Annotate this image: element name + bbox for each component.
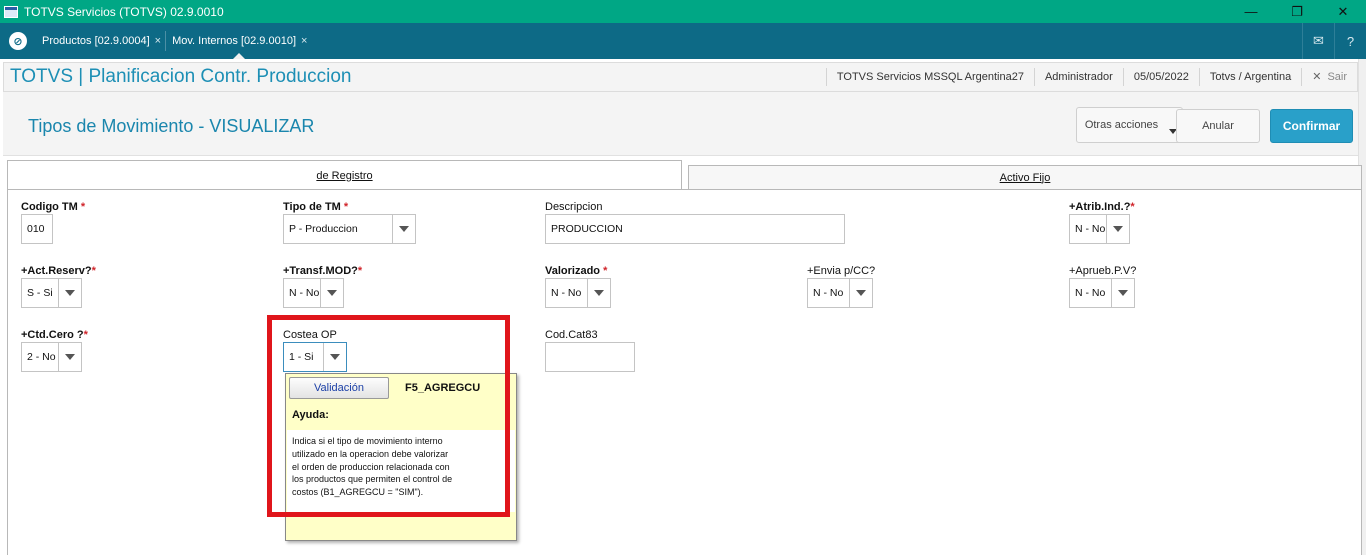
company-label: Totvs / Argentina (1198, 68, 1301, 86)
help-icon[interactable]: ? (1334, 23, 1366, 59)
date-label: 05/05/2022 (1122, 68, 1199, 86)
envia-pcc-select[interactable]: N - No (807, 278, 873, 308)
act-reserv-label: +Act.Reserv?* (21, 265, 96, 277)
anular-button[interactable]: Anular (1176, 109, 1260, 143)
tab-productos[interactable]: Productos [02.9.0004] × (36, 23, 165, 59)
mail-icon[interactable]: ✉ (1302, 23, 1334, 59)
transf-mod-select[interactable]: N - No (283, 278, 344, 308)
chevron-down-icon[interactable] (58, 279, 81, 307)
app-header: TOTVS | Planificacion Contr. Produccion … (3, 62, 1358, 92)
otras-acciones-button[interactable]: Otras acciones (1076, 107, 1183, 143)
aprueb-pv-label: +Aprueb.P.V? (1069, 265, 1137, 277)
program-tabbar: ⊘ Productos [02.9.0004] × Mov. Internos … (0, 23, 1366, 59)
chevron-down-icon[interactable] (1106, 215, 1129, 243)
tab-mov-internos[interactable]: Mov. Internos [02.9.0010] × (166, 23, 311, 59)
valorizado-select[interactable]: N - No (545, 278, 611, 308)
codigo-tm-input[interactable]: 010 (21, 214, 53, 244)
atrib-ind-select[interactable]: N - No (1069, 214, 1130, 244)
tipo-tm-value: P - Produccion (289, 223, 358, 235)
envia-pcc-label: +Envia p/CC? (807, 265, 876, 277)
tab-activo-fijo[interactable]: Activo Fijo (688, 165, 1362, 190)
chevron-down-icon[interactable] (392, 215, 415, 243)
close-window-button[interactable]: ✕ (1320, 0, 1366, 23)
tipo-tm-select[interactable]: P - Produccion (283, 214, 416, 244)
chevron-down-icon[interactable] (1111, 279, 1134, 307)
close-icon: ✕ (1312, 71, 1322, 83)
tab-de-registro[interactable]: de Registro (7, 160, 682, 190)
tab-label: Activo Fijo (999, 171, 1051, 184)
confirmar-button[interactable]: Confirmar (1270, 109, 1353, 143)
transf-mod-label: +Transf.MOD?* (283, 265, 363, 277)
restore-button[interactable]: ❐ (1274, 0, 1320, 23)
totvs-logo-icon[interactable]: ⊘ (0, 23, 36, 59)
environment-label: TOTVS Servicios MSSQL Argentina27 (825, 68, 1034, 86)
cod-cat83-input[interactable] (545, 342, 635, 372)
aprueb-pv-value: N - No (1075, 287, 1106, 299)
tabbar-actions: ✉ ? (1302, 23, 1366, 59)
ctd-cero-select[interactable]: 2 - No (21, 342, 82, 372)
tab-label: Productos [02.9.0004] (42, 35, 150, 47)
close-icon[interactable]: × (155, 35, 161, 47)
atrib-ind-label: +Atrib.Ind.?* (1069, 201, 1135, 213)
header-info: TOTVS Servicios MSSQL Argentina27 Admini… (825, 63, 1357, 91)
transf-mod-value: N - No (289, 287, 320, 299)
valorizado-value: N - No (551, 287, 582, 299)
window-controls: — ❐ ✕ (1228, 0, 1366, 23)
atrib-ind-value: N - No (1075, 223, 1106, 235)
page-heading: Tipos de Movimiento - VISUALIZAR Otras a… (3, 92, 1358, 156)
chevron-down-icon[interactable] (587, 279, 610, 307)
descripcion-input[interactable]: PRODUCCION (545, 214, 845, 244)
act-reserv-select[interactable]: S - Si (21, 278, 82, 308)
exit-label: Sair (1327, 71, 1347, 83)
app-window-icon (4, 5, 18, 18)
highlight-annotation (267, 315, 510, 517)
cod-cat83-label: Cod.Cat83 (545, 329, 598, 341)
ctd-cero-label: +Ctd.Cero ?* (21, 329, 88, 341)
envia-pcc-value: N - No (813, 287, 844, 299)
tab-label: de Registro (316, 169, 373, 182)
chevron-down-icon[interactable] (58, 343, 81, 371)
descripcion-label: Descripcion (545, 201, 603, 213)
app-title: TOTVS | Planificacion Contr. Produccion (10, 66, 352, 87)
act-reserv-value: S - Si (27, 287, 53, 299)
user-label: Administrador (1033, 68, 1123, 86)
window-titlebar: TOTVS Servicios (TOTVS) 02.9.0010 — ❐ ✕ (0, 0, 1366, 23)
chevron-down-icon[interactable] (849, 279, 872, 307)
minimize-button[interactable]: — (1228, 0, 1274, 23)
exit-button[interactable]: ✕ Sair (1301, 68, 1357, 86)
chevron-down-icon[interactable] (320, 279, 343, 307)
otras-acciones-label: Otras acciones (1084, 119, 1159, 131)
tab-label: Mov. Internos [02.9.0010] (172, 35, 297, 47)
window-title: TOTVS Servicios (TOTVS) 02.9.0010 (24, 4, 224, 19)
codigo-tm-label: Codigo TM * (21, 201, 86, 213)
close-icon[interactable]: × (301, 35, 307, 47)
aprueb-pv-select[interactable]: N - No (1069, 278, 1135, 308)
tipo-tm-label: Tipo de TM * (283, 201, 349, 213)
ctd-cero-value: 2 - No (27, 351, 56, 363)
page-title: Tipos de Movimiento - VISUALIZAR (28, 116, 315, 136)
valorizado-label: Valorizado * (545, 265, 608, 277)
